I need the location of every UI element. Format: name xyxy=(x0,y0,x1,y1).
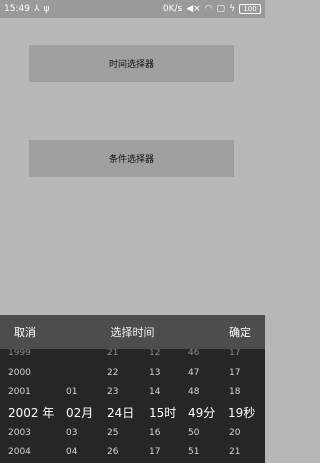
hour-cell: 14 xyxy=(149,387,161,397)
wheel-row: 2005 05 27 18 52 22 xyxy=(0,458,265,463)
time-picker-button[interactable]: 时间选择器 xyxy=(29,45,234,82)
year-cell: 2004 xyxy=(8,447,31,457)
selected-minute: 49分 xyxy=(188,405,216,420)
picker-toolbar: 取消 选择时间 确定 xyxy=(0,315,265,349)
charging-icon: ϟ xyxy=(229,3,235,14)
month-cell: 03 xyxy=(66,428,78,438)
year-cell: 2001 xyxy=(8,387,31,397)
picker-wheels[interactable]: 1999 21 12 46 17 2000 22 13 47 17 2001 0… xyxy=(0,349,265,463)
year-cell: 1999 xyxy=(8,349,31,358)
cancel-button[interactable]: 取消 xyxy=(14,324,36,340)
day-cell: 23 xyxy=(107,387,119,397)
day-cell: 21 xyxy=(107,349,119,358)
picker-title: 选择时间 xyxy=(110,326,155,339)
second-cell: 17 xyxy=(229,349,241,358)
condition-picker-label: 条件选择器 xyxy=(108,155,154,165)
day-cell: 25 xyxy=(107,428,119,438)
wheel-row: 1999 21 12 46 17 xyxy=(0,349,265,363)
minute-cell: 47 xyxy=(188,368,200,378)
mute-icon: ◀× xyxy=(186,3,201,14)
selected-wheel-row: 2002 年 02月 24日 15时 49分 19秒 xyxy=(0,402,265,422)
time-picker-label: 时间选择器 xyxy=(108,60,154,70)
second-cell: 18 xyxy=(229,387,241,397)
day-cell: 22 xyxy=(107,368,119,378)
year-cell: 2003 xyxy=(8,428,31,438)
selected-day: 24日 xyxy=(107,405,135,420)
minute-cell: 48 xyxy=(188,387,200,397)
main-content: 时间选择器 条件选择器 xyxy=(0,18,265,315)
second-cell: 20 xyxy=(229,428,241,438)
month-cell: 01 xyxy=(66,387,78,397)
battery-level: 100 xyxy=(243,5,257,13)
sim-icon: ▢ xyxy=(216,3,226,14)
selected-year: 2002 年 xyxy=(8,405,55,420)
wifi-icon: ◠ xyxy=(204,3,213,14)
hour-cell: 16 xyxy=(149,428,161,438)
second-cell: 17 xyxy=(229,368,241,378)
selected-hour: 15时 xyxy=(149,405,177,420)
hour-cell: 12 xyxy=(149,349,161,358)
minute-cell: 51 xyxy=(188,447,200,457)
day-cell: 26 xyxy=(107,447,119,457)
minute-cell: 50 xyxy=(188,428,200,438)
condition-picker-button[interactable]: 条件选择器 xyxy=(29,140,234,177)
status-bar: 15:49 ⅄ ψ 0K/s ◀× ◠ ▢ ϟ 100 xyxy=(0,0,265,18)
usb-debug-icon: ⅄ xyxy=(33,3,40,14)
minute-cell: 46 xyxy=(188,349,200,358)
selected-second: 19秒 xyxy=(228,405,256,420)
time-picker-dialog: 取消 选择时间 确定 1999 21 12 46 17 2000 22 13 4… xyxy=(0,315,265,463)
year-cell: 2000 xyxy=(8,368,31,378)
network-speed: 0K/s xyxy=(162,4,183,14)
hour-cell: 13 xyxy=(149,368,161,378)
battery-indicator: 100 xyxy=(239,4,261,14)
usb-icon: ψ xyxy=(43,3,50,14)
wheel-row: 2000 22 13 47 17 xyxy=(0,363,265,383)
confirm-button[interactable]: 确定 xyxy=(229,324,251,340)
month-cell: 04 xyxy=(66,447,78,457)
wheel-row: 2001 01 23 14 48 18 xyxy=(0,382,265,402)
wheel-row: 2003 03 25 16 50 20 xyxy=(0,423,265,443)
selected-month: 02月 xyxy=(66,405,94,420)
second-cell: 21 xyxy=(229,447,241,457)
hour-cell: 17 xyxy=(149,447,161,457)
status-time: 15:49 xyxy=(4,4,30,14)
